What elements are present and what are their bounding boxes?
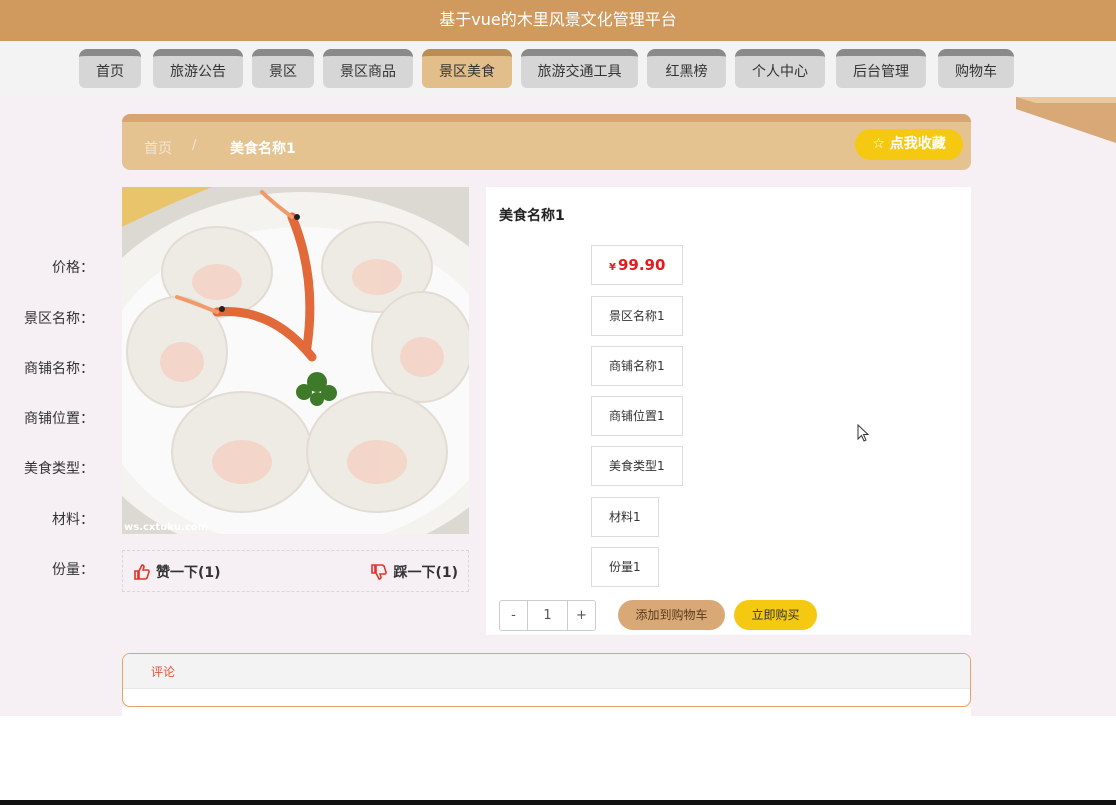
shop-location-label: 商铺位置： [24, 411, 94, 427]
comments-body [122, 707, 971, 716]
favorite-label: 点我收藏 [889, 136, 946, 152]
like-label: 赞一下(1) [156, 565, 221, 581]
mouse-cursor-icon [857, 424, 869, 442]
ingredients-value: 材料1 [591, 497, 659, 537]
scenic-name-value: 景区名称1 [591, 296, 683, 336]
food-type-label: 美食类型： [24, 461, 94, 477]
shop-name-label: 商铺名称： [24, 361, 94, 377]
nav-item-scenic-goods[interactable]: 景区商品 [323, 49, 413, 88]
buy-now-button[interactable]: 立即购买 [734, 600, 817, 630]
shop-location-value: 商铺位置1 [591, 396, 683, 436]
food-detail-panel: 美食名称1 价格： ¥99.90 景区名称： 景区名称1 商铺名称： 商铺名称1… [24, 187, 971, 635]
price-label: 价格： [52, 260, 94, 276]
like-button[interactable]: 赞一下(1) [134, 562, 221, 582]
nav-item-profile[interactable]: 个人中心 [735, 49, 825, 88]
thumbs-up-icon [134, 564, 150, 580]
nav-item-home[interactable]: 首页 [79, 49, 141, 88]
breadcrumb-current: 美食名称1 [230, 141, 296, 157]
dislike-button[interactable]: 踩一下(1) [371, 562, 458, 582]
comments-panel: 评论 [122, 653, 971, 707]
food-image: ws.cxtuku.com [122, 187, 469, 534]
tab-comments[interactable]: 评论 [151, 663, 175, 680]
quantity-stepper: - 1 + [499, 600, 596, 631]
quantity-input[interactable]: 1 [528, 601, 567, 630]
thumbs-down-icon [371, 564, 388, 580]
nav-item-transport[interactable]: 旅游交通工具 [521, 49, 638, 88]
breadcrumb: 首页 / 美食名称1 ☆ 点我收藏 [122, 114, 971, 170]
price-value: ¥99.90 [591, 245, 684, 285]
shop-name-value: 商铺名称1 [591, 346, 683, 386]
quantity-increment-button[interactable]: + [567, 601, 595, 630]
favorite-button[interactable]: ☆ 点我收藏 [855, 129, 963, 160]
nav-item-scenic-spots[interactable]: 景区 [252, 49, 314, 88]
food-title: 美食名称1 [499, 208, 565, 224]
reactions-bar: 赞一下(1) 踩一下(1) [122, 550, 469, 592]
image-watermark: ws.cxtuku.com [124, 522, 208, 533]
star-outline-icon: ☆ [872, 136, 885, 152]
scenic-name-label: 景区名称： [24, 311, 94, 327]
bottom-edge [0, 800, 1116, 805]
main-content: 首页 / 美食名称1 ☆ 点我收藏 ws.cxtuku.com 赞一下(1) 踩… [0, 97, 1116, 716]
corner-decoration [1016, 97, 1116, 143]
portion-value: 份量1 [591, 547, 659, 587]
quantity-decrement-button[interactable]: - [500, 601, 528, 630]
app-header: 基于vue的木里风景文化管理平台 [0, 0, 1116, 41]
nav-item-scenic-food[interactable]: 景区美食 [422, 49, 512, 88]
app-title: 基于vue的木里风景文化管理平台 [439, 10, 677, 29]
nav-item-ranking[interactable]: 红黑榜 [647, 49, 726, 88]
portion-label: 份量： [52, 562, 94, 578]
nav-item-admin[interactable]: 后台管理 [836, 49, 926, 88]
food-photo: ws.cxtuku.com [122, 187, 469, 534]
breadcrumb-home-link[interactable]: 首页 [144, 138, 172, 158]
food-type-value: 美食类型1 [591, 446, 683, 486]
nav-item-cart[interactable]: 购物车 [938, 49, 1014, 88]
ingredients-label: 材料： [52, 512, 94, 528]
dislike-label: 踩一下(1) [393, 565, 458, 581]
add-to-cart-button[interactable]: 添加到购物车 [618, 600, 725, 630]
breadcrumb-separator: / [192, 138, 197, 153]
main-nav: 首页 旅游公告 景区 景区商品 景区美食 旅游交通工具 红黑榜 个人中心 后台管… [0, 41, 1116, 97]
comments-tab-header [123, 654, 970, 689]
nav-item-announcements[interactable]: 旅游公告 [153, 49, 243, 88]
